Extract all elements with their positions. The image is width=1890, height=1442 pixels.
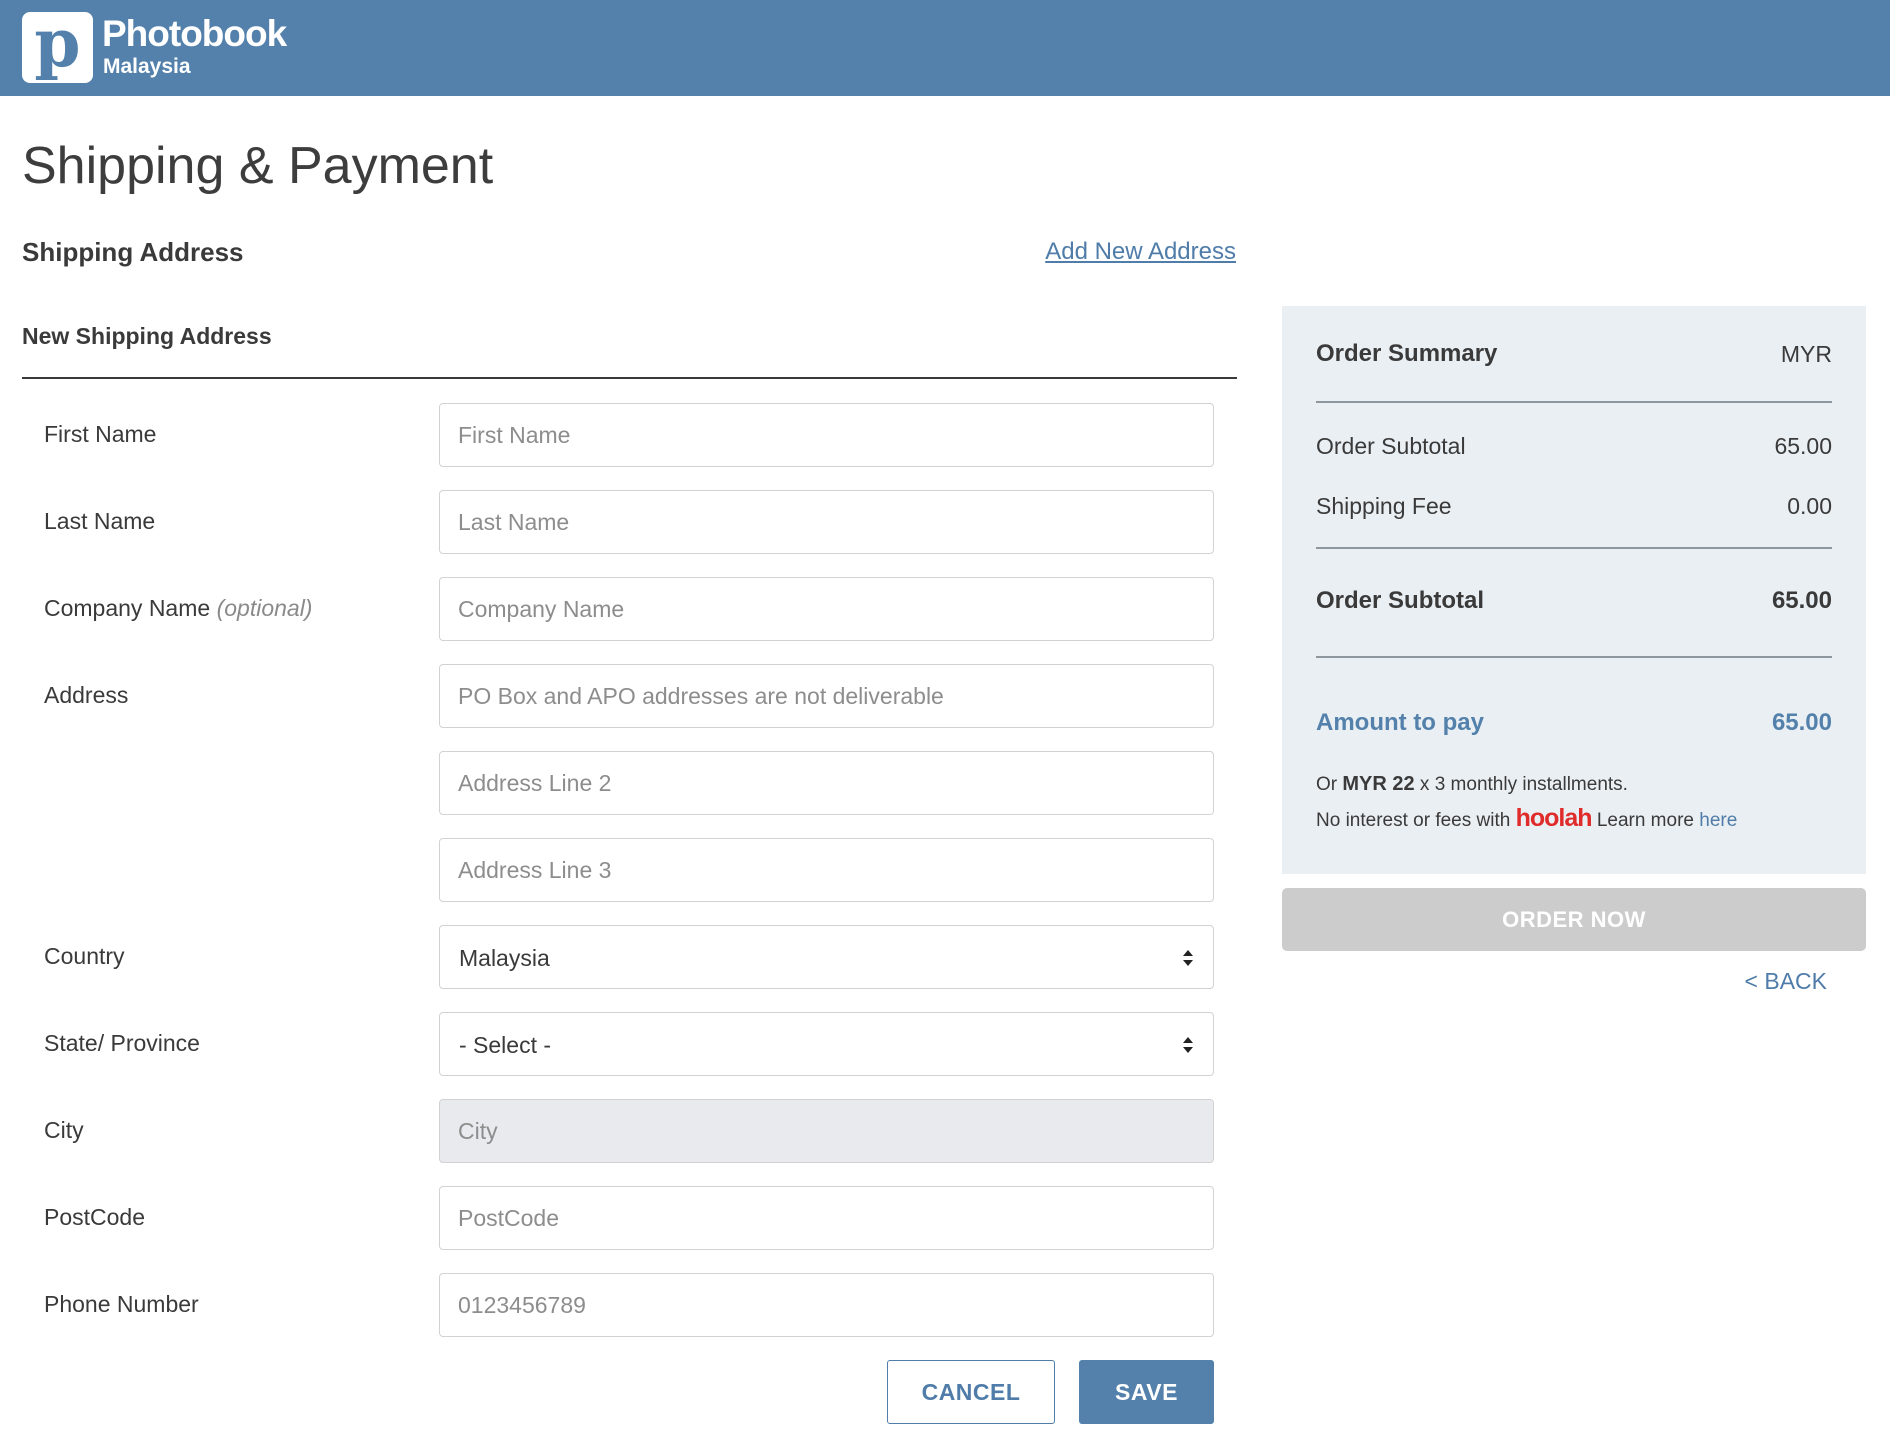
logo-letter: p <box>34 4 81 82</box>
top-header: p Photobook Malaysia <box>0 0 1890 96</box>
address-line-2-row <box>0 751 1240 815</box>
order-summary-title: Order Summary <box>1316 340 1498 367</box>
state-label: State/ Province <box>44 1030 200 1056</box>
phone-label: Phone Number <box>44 1291 199 1317</box>
summary-divider <box>1316 656 1832 658</box>
country-value: Malaysia <box>459 945 550 971</box>
installment-note: No interest or fees with hoolah Learn mo… <box>1316 804 1737 835</box>
total-subtotal-label: Order Subtotal <box>1316 587 1485 614</box>
amount-to-pay-label: Amount to pay <box>1316 709 1484 736</box>
address-line-2-input[interactable] <box>439 751 1214 815</box>
shipping-fee-label: Shipping Fee <box>1316 493 1452 519</box>
address-line-1-input[interactable] <box>439 664 1214 728</box>
postcode-label: PostCode <box>44 1204 146 1230</box>
cancel-button[interactable]: CANCEL <box>887 1360 1055 1424</box>
first-name-input[interactable] <box>439 403 1214 467</box>
postcode-row: PostCode <box>0 1186 1240 1250</box>
last-name-label: Last Name <box>44 508 156 534</box>
city-row: City <box>0 1099 1240 1163</box>
photobook-logo-icon[interactable]: p <box>22 8 93 83</box>
section-divider <box>22 377 1237 379</box>
add-new-address-link[interactable]: Add New Address <box>1045 236 1236 268</box>
summary-divider <box>1316 401 1832 403</box>
last-name-row: Last Name <box>0 490 1240 554</box>
company-name-input[interactable] <box>439 577 1214 641</box>
first-name-label: First Name <box>44 421 157 447</box>
first-name-row: First Name <box>0 403 1240 467</box>
optional-hint: (optional) <box>216 595 313 621</box>
installment-note-text: No interest or fees with <box>1316 810 1511 831</box>
installment-line: Or MYR 22 x 3 monthly installments. <box>1316 770 1628 799</box>
phone-input[interactable] <box>439 1273 1214 1337</box>
state-row: State/ Province - Select - <box>0 1012 1240 1076</box>
state-select[interactable]: - Select - <box>439 1012 1214 1076</box>
company-name-label: Company Name (optional) <box>44 593 312 623</box>
brand-name[interactable]: Photobook <box>102 14 287 54</box>
order-subtotal-label: Order Subtotal <box>1316 433 1466 459</box>
order-summary-panel: Order Summary MYR Order Subtotal 65.00 S… <box>1282 306 1866 874</box>
city-label: City <box>44 1117 84 1143</box>
country-label: Country <box>44 943 125 969</box>
postcode-input[interactable] <box>439 1186 1214 1250</box>
shipping-fee-value: 0.00 <box>1787 493 1832 519</box>
summary-divider <box>1316 547 1832 549</box>
amount-to-pay-value: 65.00 <box>1771 709 1832 736</box>
order-now-button[interactable]: ORDER NOW <box>1282 888 1866 951</box>
hoolah-logo: hoolah <box>1515 804 1593 832</box>
learn-more-here-link[interactable]: here <box>1699 810 1737 831</box>
brand-sub: Malaysia <box>103 55 191 78</box>
last-name-input[interactable] <box>439 490 1214 554</box>
order-subtotal-value: 65.00 <box>1774 433 1832 459</box>
address-line-3-input[interactable] <box>439 838 1214 902</box>
state-value: - Select - <box>459 1032 552 1058</box>
phone-row: Phone Number <box>0 1273 1240 1337</box>
address-row: Address <box>0 664 1240 728</box>
total-subtotal-value: 65.00 <box>1771 587 1832 614</box>
country-select[interactable]: Malaysia <box>439 925 1214 989</box>
company-name-label-text: Company Name <box>44 595 211 621</box>
company-name-row: Company Name (optional) <box>0 577 1240 641</box>
address-line-3-row <box>0 838 1240 902</box>
new-shipping-address-heading: New Shipping Address <box>22 323 272 349</box>
city-input[interactable] <box>439 1099 1214 1163</box>
address-label: Address <box>44 682 129 708</box>
country-row: Country Malaysia <box>0 925 1240 989</box>
installment-rest: x 3 monthly installments. <box>1419 774 1628 795</box>
select-arrows-icon <box>1183 950 1193 966</box>
learn-more-text: Learn more <box>1596 810 1694 831</box>
select-arrows-icon <box>1183 1037 1193 1053</box>
installment-or: Or <box>1316 774 1338 795</box>
back-link[interactable]: < BACK <box>1745 966 1827 996</box>
installment-amount: MYR 22 <box>1342 773 1415 795</box>
currency-label: MYR <box>1780 341 1832 367</box>
page-title: Shipping & Payment <box>22 137 494 195</box>
shipping-address-heading: Shipping Address <box>22 237 244 267</box>
save-button[interactable]: SAVE <box>1079 1360 1214 1424</box>
